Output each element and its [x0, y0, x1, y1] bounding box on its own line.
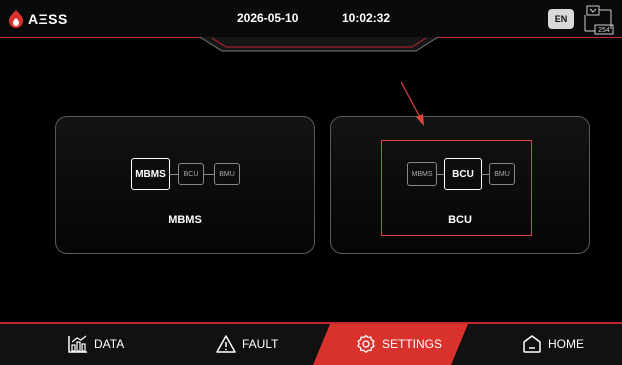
- chart-icon: [68, 335, 87, 353]
- connector-line: [203, 174, 214, 175]
- connector-line: [169, 174, 178, 175]
- nav-home-label: HOME: [548, 337, 584, 351]
- mbms-card[interactable]: MBMS BCU BMU MBMS: [55, 116, 315, 254]
- mbms-card-title: MBMS: [168, 214, 202, 226]
- nav-data-label: DATA: [94, 337, 125, 351]
- nav-settings-label: SETTINGS: [382, 337, 443, 351]
- header-notch: [199, 36, 439, 52]
- nav-home[interactable]: HOME: [522, 331, 584, 357]
- warning-icon: [216, 335, 236, 353]
- nav-fault-label: FAULT: [242, 337, 279, 351]
- home-icon: [523, 335, 541, 353]
- bmu-box: BMU: [214, 163, 240, 185]
- nav-settings[interactable]: SETTINGS: [356, 331, 442, 357]
- footer-divider: [0, 322, 622, 324]
- nav-fault[interactable]: FAULT: [216, 331, 278, 357]
- mbms-topology-diagram: MBMS BCU BMU: [56, 158, 314, 192]
- bcu-highlight-box: [381, 140, 532, 236]
- mbms-box: MBMS: [131, 158, 170, 190]
- nav-data[interactable]: DATA: [68, 331, 124, 357]
- bcu-box: BCU: [178, 163, 204, 185]
- gear-icon: [357, 334, 375, 353]
